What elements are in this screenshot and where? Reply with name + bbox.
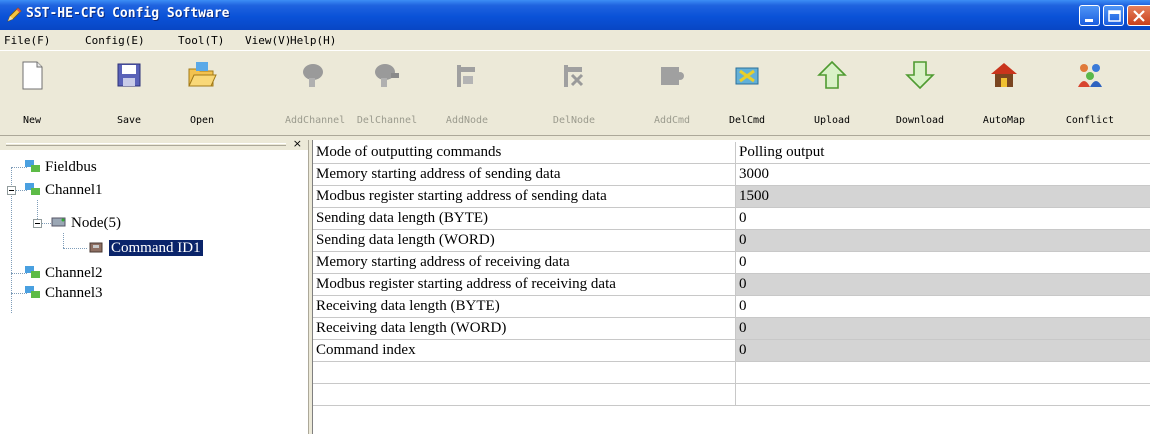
download-arrow-icon [905,61,935,90]
property-value[interactable]: Polling output [736,142,1150,163]
menu-help[interactable]: Help(H) [290,34,336,47]
download-button[interactable]: Download [896,51,944,135]
pencil-app-icon [7,7,22,22]
close-button[interactable] [1127,5,1150,26]
property-name [313,362,736,383]
automap-button[interactable]: AutoMap [983,51,1025,135]
property-row[interactable]: Receiving data length (WORD) 0 [313,318,1150,340]
property-value[interactable]: 0 [736,318,1150,339]
tree-item-channel1[interactable]: Channel1 [24,180,103,200]
property-name: Modbus register starting address of send… [313,186,736,207]
property-row[interactable]: Memory starting address of receiving dat… [313,252,1150,274]
network-icon [25,183,40,195]
property-row[interactable]: Sending data length (BYTE) 0 [313,208,1150,230]
property-value[interactable]: 0 [736,230,1150,251]
add-cmd-icon [661,67,684,85]
pane-grip[interactable] [6,143,286,146]
minimize-button[interactable] [1079,5,1100,26]
property-name: Receiving data length (BYTE) [313,296,736,317]
window-title: SST-HE-CFG Config Software [26,6,230,21]
tree-line [63,248,87,249]
open-button[interactable]: Open [180,51,224,135]
network-icon [25,286,40,298]
save-icon [117,63,141,87]
network-icon [25,160,40,172]
property-name: Receiving data length (WORD) [313,318,736,339]
conflict-people-icon [1078,64,1102,87]
add-node-button[interactable]: AddNode [446,51,488,135]
node-device-icon [51,217,66,227]
property-value[interactable]: 0 [736,208,1150,229]
tree-item-fieldbus[interactable]: Fieldbus [24,157,97,177]
tree-item-channel3[interactable]: Channel3 [24,283,103,303]
title-bar: SST-HE-CFG Config Software [0,0,1150,30]
property-value[interactable]: 0 [736,296,1150,317]
tree-line [63,233,64,248]
property-value[interactable] [736,384,1150,405]
del-cmd-button[interactable]: DelCmd [727,51,767,135]
new-button[interactable]: New [10,51,54,135]
add-cmd-button[interactable]: AddCmd [652,51,692,135]
property-name: Modbus register starting address of rece… [313,274,736,295]
maximize-button[interactable] [1103,5,1124,26]
property-value[interactable]: 0 [736,274,1150,295]
command-icon [89,242,103,253]
property-value[interactable]: 0 [736,252,1150,273]
minimize-icon [1085,19,1093,22]
add-node-icon [457,65,475,87]
del-channel-icon [375,64,399,87]
menu-tool[interactable]: Tool(T) [178,34,224,47]
add-channel-icon [303,64,323,87]
property-value[interactable]: 3000 [736,164,1150,185]
upload-button[interactable]: Upload [812,51,852,135]
property-row[interactable]: Sending data length (WORD) 0 [313,230,1150,252]
close-icon [1133,10,1145,22]
tree-item-node[interactable]: Node(5) [50,213,121,233]
property-name [313,384,736,405]
property-row[interactable]: Modbus register starting address of rece… [313,274,1150,296]
pane-close-icon[interactable]: × [293,137,302,150]
property-row[interactable]: Receiving data length (BYTE) 0 [313,296,1150,318]
property-row[interactable]: Command index 0 [313,340,1150,362]
add-channel-button[interactable]: AddChannel [285,51,345,135]
save-button[interactable]: Save [107,51,151,135]
tree-pane-header: × [0,137,308,150]
property-value[interactable] [736,362,1150,383]
menu-file[interactable]: File(F) [4,34,50,47]
menu-bar: File(F) Config(E) Tool(T) View(V) Help(H… [0,30,1150,50]
property-name: Sending data length (BYTE) [313,208,736,229]
tree-item-command-id1[interactable]: Command ID1 [88,238,203,258]
tree-item-channel2[interactable]: Channel2 [24,263,103,283]
menu-view[interactable]: View(V) [245,34,291,47]
del-node-button[interactable]: DelNode [553,51,595,135]
open-folder-icon [188,62,217,87]
property-value[interactable]: 1500 [736,186,1150,207]
property-row[interactable] [313,384,1150,406]
conflict-button[interactable]: Conflict [1066,51,1114,135]
property-grid: Mode of outputting commands Polling outpu… [312,140,1150,434]
property-name: Mode of outputting commands [313,142,736,163]
del-cmd-icon [735,67,759,85]
property-row[interactable]: Memory starting address of sending data 3… [313,164,1150,186]
automap-house-icon [991,63,1017,87]
maximize-icon [1108,10,1121,22]
del-channel-button[interactable]: DelChannel [357,51,417,135]
property-name: Sending data length (WORD) [313,230,736,251]
toolbar: New Save Open AddChannel DelChannel AddN… [0,50,1150,136]
property-row[interactable]: Modbus register starting address of send… [313,186,1150,208]
tree-pane: × Fieldbus Channel1 Node(5) Command ID1 … [0,137,309,434]
menu-config[interactable]: Config(E) [85,34,145,47]
del-node-icon [564,65,584,87]
property-name: Memory starting address of sending data [313,164,736,185]
upload-arrow-icon [817,60,847,89]
new-file-icon [22,61,43,90]
channel1-collapse-toggle[interactable] [7,186,16,195]
property-value[interactable]: 0 [736,340,1150,361]
node-collapse-toggle[interactable] [33,219,42,228]
property-row[interactable]: Mode of outputting commands Polling outpu… [313,142,1150,164]
property-name: Memory starting address of receiving dat… [313,252,736,273]
property-row[interactable] [313,362,1150,384]
network-icon [25,266,40,278]
property-name: Command index [313,340,736,361]
